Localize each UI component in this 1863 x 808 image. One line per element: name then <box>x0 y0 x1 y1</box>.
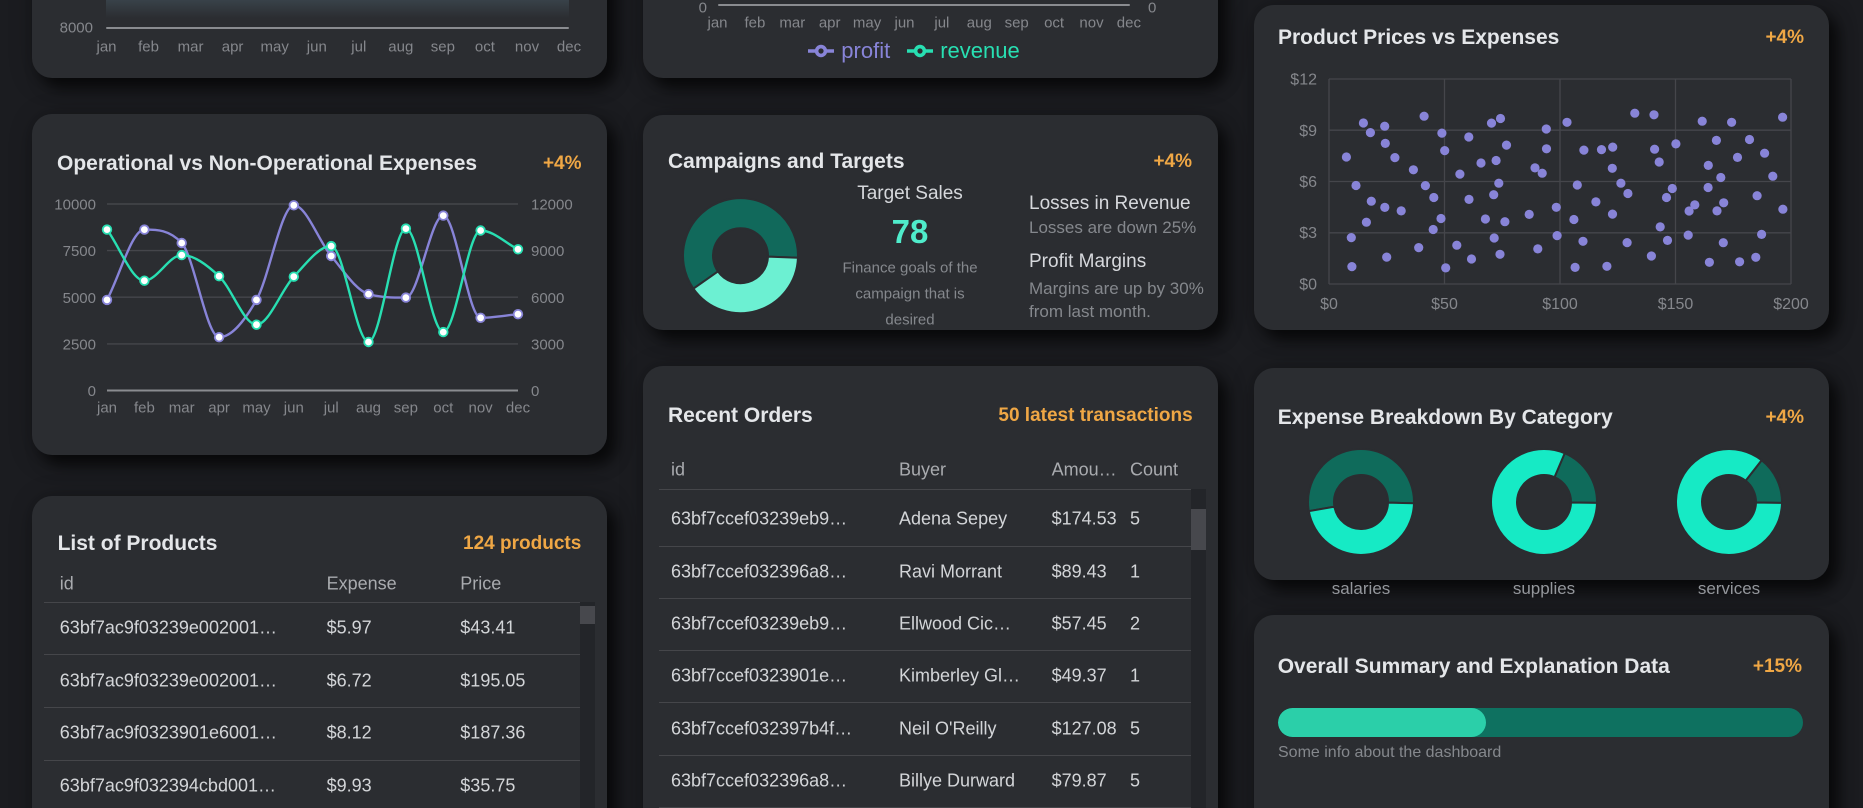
svg-text:9000: 9000 <box>531 243 564 260</box>
svg-text:$6: $6 <box>1299 174 1317 191</box>
svg-text:$50: $50 <box>1431 296 1458 313</box>
svg-text:10000: 10000 <box>54 197 96 214</box>
svg-text:5000: 5000 <box>63 290 96 307</box>
svg-text:mar: mar <box>169 400 195 417</box>
svg-text:$150: $150 <box>1658 296 1694 313</box>
svg-text:$3: $3 <box>1299 225 1317 242</box>
svg-text:2500: 2500 <box>63 336 96 353</box>
svg-text:0: 0 <box>88 383 96 400</box>
svg-text:$0: $0 <box>1320 296 1338 313</box>
svg-text:sep: sep <box>394 400 418 417</box>
svg-text:may: may <box>242 400 271 417</box>
svg-text:$200: $200 <box>1773 296 1809 313</box>
svg-text:nov: nov <box>469 400 494 417</box>
svg-text:apr: apr <box>208 400 230 417</box>
svg-text:aug: aug <box>356 400 381 417</box>
svg-text:jan: jan <box>96 400 117 417</box>
svg-text:6000: 6000 <box>531 290 564 307</box>
svg-text:3000: 3000 <box>531 336 564 353</box>
svg-text:jun: jun <box>283 400 304 417</box>
svg-text:$12: $12 <box>1290 72 1317 89</box>
svg-text:oct: oct <box>433 400 454 417</box>
svg-text:dec: dec <box>506 400 531 417</box>
svg-text:$9: $9 <box>1299 123 1317 140</box>
svg-text:7500: 7500 <box>63 243 96 260</box>
svg-text:0: 0 <box>531 383 539 400</box>
svg-text:$0: $0 <box>1299 277 1317 294</box>
svg-text:12000: 12000 <box>531 197 573 214</box>
svg-text:$100: $100 <box>1542 296 1578 313</box>
svg-text:jul: jul <box>323 400 339 417</box>
svg-text:feb: feb <box>134 400 155 417</box>
